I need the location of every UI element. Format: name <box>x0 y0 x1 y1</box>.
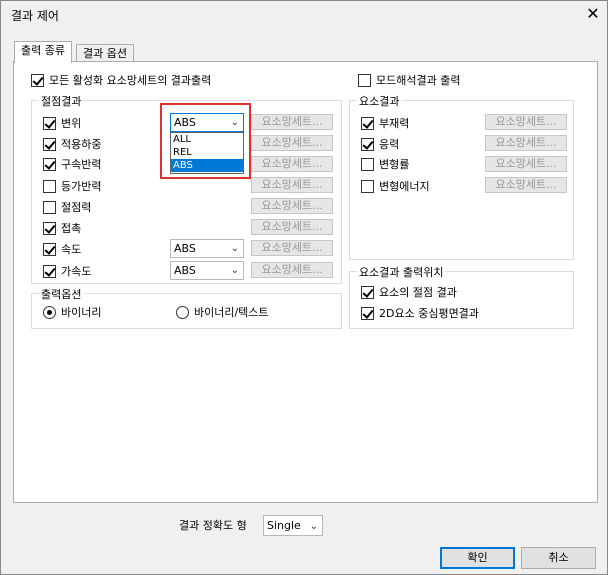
checkbox-unchecked[interactable] <box>361 157 374 171</box>
checkbox-checked[interactable] <box>43 242 56 256</box>
element-set-button[interactable]: 요소망세트... <box>485 177 567 193</box>
item-label: 변형률 <box>379 158 410 171</box>
node-set-button[interactable]: 요소망세트... <box>251 240 333 256</box>
combo-value: ABS <box>174 264 196 277</box>
binary-radio-option[interactable]: 바이너리 <box>43 304 101 320</box>
checkbox-checked[interactable] <box>361 306 374 320</box>
element-set-button[interactable]: 요소망세트... <box>485 156 567 172</box>
element-item-member-force[interactable]: 부재력 <box>361 115 409 131</box>
checkbox-checked[interactable] <box>43 137 56 151</box>
close-icon[interactable]: ✕ <box>583 5 603 23</box>
checkbox-unchecked[interactable] <box>43 179 56 193</box>
node-set-button[interactable]: 요소망세트... <box>251 198 333 214</box>
option-label: 바이너리/텍스트 <box>194 306 269 319</box>
center-plane-2d-option[interactable]: 2D요소 중심평면결과 <box>361 305 479 321</box>
tab-label: 출력 종류 <box>21 44 65 57</box>
cancel-button[interactable]: 취소 <box>521 547 596 569</box>
node-item-displacement[interactable]: 변위 <box>43 115 81 131</box>
element-set-button[interactable]: 요소망세트... <box>485 135 567 151</box>
option-label: 모드해석결과 출력 <box>376 74 461 87</box>
item-label: 변위 <box>61 117 82 130</box>
node-set-button[interactable]: 요소망세트... <box>251 114 333 130</box>
all-active-output-option[interactable]: 모든 활성화 요소망세트의 결과출력 <box>31 72 211 88</box>
highlight-annotation-box <box>160 103 251 179</box>
element-item-strain[interactable]: 변형률 <box>361 156 409 172</box>
node-item-reaction[interactable]: 구속반력 <box>43 156 101 172</box>
node-set-button[interactable]: 요소망세트... <box>251 177 333 193</box>
item-label: 변형에너지 <box>379 180 430 193</box>
option-label: 바이너리 <box>61 306 102 319</box>
element-node-results-option[interactable]: 요소의 절점 결과 <box>361 284 457 300</box>
element-set-button[interactable]: 요소망세트... <box>485 114 567 130</box>
item-label: 구속반력 <box>61 158 102 171</box>
item-label: 응력 <box>379 138 400 151</box>
item-label: 부재력 <box>379 117 410 130</box>
tab-output-type[interactable]: 출력 종류 <box>14 41 72 63</box>
item-label: 등가반력 <box>61 180 102 193</box>
tab-label: 결과 옵션 <box>83 47 127 60</box>
checkbox-unchecked[interactable] <box>361 179 374 193</box>
mode-shape-output-option[interactable]: 모드해석결과 출력 <box>358 72 460 88</box>
element-results-title: 요소결과 <box>357 93 402 109</box>
element-item-stress[interactable]: 응력 <box>361 136 399 152</box>
checkbox-checked[interactable] <box>43 264 56 278</box>
chevron-down-icon: ⌄ <box>230 265 239 276</box>
node-item-velocity[interactable]: 속도 <box>43 241 81 257</box>
item-label: 속도 <box>61 243 82 256</box>
checkbox-checked[interactable] <box>361 137 374 151</box>
result-control-dialog: 결과 제어 ✕ 출력 종류 결과 옵션 모든 활성화 요소망세트의 결과출력 모… <box>0 0 608 575</box>
option-label: 모든 활성화 요소망세트의 결과출력 <box>49 74 212 87</box>
precision-combo[interactable]: Single ⌄ <box>263 515 323 536</box>
chevron-down-icon: ⌄ <box>309 521 318 532</box>
acceleration-type-combo[interactable]: ABS ⌄ <box>170 261 244 280</box>
window-title: 결과 제어 <box>11 9 59 23</box>
checkbox-checked[interactable] <box>361 116 374 130</box>
combo-value: ABS <box>174 242 196 255</box>
velocity-type-combo[interactable]: ABS ⌄ <box>170 239 244 258</box>
output-options-title: 출력옵션 <box>39 286 84 302</box>
item-label: 절점력 <box>61 201 92 214</box>
checkbox-checked[interactable] <box>361 285 374 299</box>
radio-selected[interactable] <box>43 305 56 319</box>
node-item-applied-load[interactable]: 적용하중 <box>43 136 101 152</box>
item-label: 적용하중 <box>61 138 102 151</box>
item-label: 가속도 <box>61 265 92 278</box>
node-set-button[interactable]: 요소망세트... <box>251 156 333 172</box>
element-output-location-title: 요소결과 출력위치 <box>357 264 446 280</box>
element-item-strain-energy[interactable]: 변형에너지 <box>361 178 430 194</box>
checkbox-checked[interactable] <box>31 73 44 87</box>
node-item-nodal-force[interactable]: 절점력 <box>43 199 91 215</box>
checkbox-checked[interactable] <box>43 221 56 235</box>
chevron-down-icon: ⌄ <box>230 243 239 254</box>
node-set-button[interactable]: 요소망세트... <box>251 219 333 235</box>
radio-unselected[interactable] <box>176 305 189 319</box>
combo-value: Single <box>267 519 301 532</box>
option-label: 요소의 절점 결과 <box>379 286 457 299</box>
node-item-contact[interactable]: 접촉 <box>43 220 81 236</box>
node-set-button[interactable]: 요소망세트... <box>251 262 333 278</box>
checkbox-unchecked[interactable] <box>358 73 371 87</box>
node-set-button[interactable]: 요소망세트... <box>251 135 333 151</box>
node-item-acceleration[interactable]: 가속도 <box>43 263 91 279</box>
node-results-title: 절점결과 <box>39 93 84 109</box>
binary-text-radio-option[interactable]: 바이너리/텍스트 <box>176 304 269 320</box>
item-label: 접촉 <box>61 222 82 235</box>
ok-button[interactable]: 확인 <box>440 547 515 569</box>
node-item-equivalent-reaction[interactable]: 등가반력 <box>43 178 101 194</box>
option-label: 2D요소 중심평면결과 <box>379 307 479 320</box>
tab-result-options[interactable]: 결과 옵션 <box>76 44 134 62</box>
checkbox-checked[interactable] <box>43 116 56 130</box>
checkbox-unchecked[interactable] <box>43 200 56 214</box>
precision-label: 결과 정확도 형 <box>179 519 247 532</box>
checkbox-checked[interactable] <box>43 157 56 171</box>
